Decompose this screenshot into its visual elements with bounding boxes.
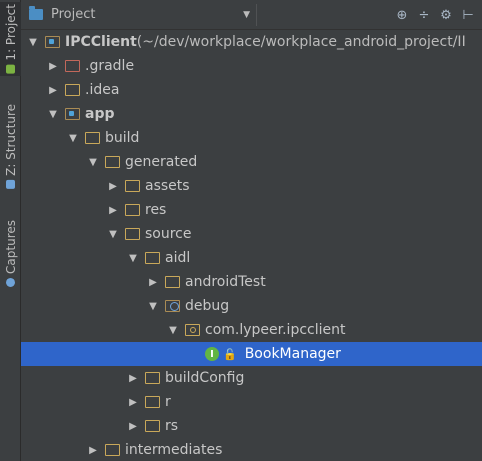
- folder-icon: [105, 156, 120, 168]
- tree-row[interactable]: ▶ buildConfig: [21, 366, 482, 390]
- collapse-all-icon[interactable]: ÷: [416, 8, 432, 23]
- tree-row-label: buildConfig: [165, 370, 245, 386]
- folder-icon: [145, 372, 160, 384]
- header-toolbar: ⊕ ÷ ⚙ ⊢: [394, 0, 482, 30]
- tree-row[interactable]: ▶ res: [21, 198, 482, 222]
- expand-arrow-right-icon[interactable]: ▶: [127, 373, 139, 384]
- interface-icon: I: [205, 347, 219, 361]
- tree-row[interactable]: ▼ aidl: [21, 246, 482, 270]
- tree-row[interactable]: ▼ com.lypeer.ipcclient: [21, 318, 482, 342]
- folder-icon: [105, 444, 120, 456]
- tree-row-label: res: [145, 202, 167, 218]
- android-icon: [6, 64, 15, 74]
- tree-row-label: generated: [125, 154, 198, 170]
- expand-arrow-right-icon[interactable]: ▶: [47, 61, 59, 72]
- expand-arrow-right-icon[interactable]: ▶: [107, 205, 119, 216]
- expand-arrow-down-icon[interactable]: ▼: [67, 133, 79, 144]
- folder-icon: [125, 204, 140, 216]
- tree-row-label: source: [145, 226, 192, 242]
- source-folder-icon: [165, 300, 180, 312]
- tree-row[interactable]: ▼ build: [21, 126, 482, 150]
- folder-icon: [125, 228, 140, 240]
- structure-tool-tab[interactable]: Z: Structure: [0, 100, 21, 192]
- tree-row-label: r: [165, 394, 171, 410]
- excluded-folder-icon: [65, 60, 80, 72]
- folder-icon: [165, 276, 180, 288]
- project-tree: ▼ IPCClient (~/dev/workplace/workplace_an…: [21, 30, 482, 461]
- folder-icon: [145, 420, 160, 432]
- hide-panel-icon[interactable]: ⊢: [460, 8, 476, 23]
- tree-row[interactable]: ▶ rs: [21, 414, 482, 438]
- gear-icon[interactable]: ⚙: [438, 8, 454, 23]
- tree-row[interactable]: ▶ r: [21, 390, 482, 414]
- tree-row-label: IPCClient: [65, 34, 137, 50]
- expand-arrow-right-icon[interactable]: ▶: [147, 277, 159, 288]
- tree-row[interactable]: ▶ .gradle: [21, 54, 482, 78]
- tree-row[interactable]: ▶ intermediates: [21, 438, 482, 461]
- folder-icon: [85, 132, 100, 144]
- expand-arrow-right-icon[interactable]: ▶: [87, 445, 99, 456]
- tree-row[interactable]: ▶ .idea: [21, 78, 482, 102]
- project-tool-tab[interactable]: 1: Project: [0, 2, 21, 76]
- view-selector-label: Project: [51, 7, 96, 22]
- folder-icon: [145, 396, 160, 408]
- module-folder-icon: [65, 108, 80, 120]
- expand-arrow-down-icon[interactable]: ▼: [107, 229, 119, 240]
- tree-row-label: .gradle: [85, 58, 135, 74]
- tree-row-label: androidTest: [185, 274, 266, 290]
- project-tool-tab-label: 1: Project: [3, 4, 18, 61]
- folder-icon: [65, 84, 80, 96]
- tree-row-label: rs: [165, 418, 179, 434]
- tree-row-path: (~/dev/workplace/workplace_android_proje…: [136, 34, 466, 50]
- view-selector-dropdown[interactable]: Project ▼: [25, 3, 257, 26]
- tree-row-label: .idea: [85, 82, 120, 98]
- project-panel-header: Project ▼ ⊕ ÷ ⚙ ⊢: [21, 0, 482, 30]
- expand-arrow-right-icon[interactable]: ▶: [107, 181, 119, 192]
- expand-arrow-down-icon[interactable]: ▼: [147, 301, 159, 312]
- visibility-lock-icon: 🔓: [223, 347, 237, 361]
- tree-row[interactable]: ▶ assets: [21, 174, 482, 198]
- tree-row[interactable]: ▼ generated: [21, 150, 482, 174]
- expand-arrow-down-icon[interactable]: ▼: [87, 157, 99, 168]
- tree-row[interactable]: ▼ debug: [21, 294, 482, 318]
- scroll-from-source-icon[interactable]: ⊕: [394, 8, 410, 23]
- package-icon: [185, 324, 200, 336]
- captures-tool-tab-label: Captures: [3, 219, 18, 274]
- project-folder-icon: [29, 6, 43, 20]
- tree-row-label: assets: [145, 178, 190, 194]
- tool-window-strip: 1: Project Z: Structure Captures: [0, 0, 21, 461]
- tree-row[interactable]: ▼ source: [21, 222, 482, 246]
- tree-row[interactable]: ▶ androidTest: [21, 270, 482, 294]
- structure-tool-tab-label: Z: Structure: [3, 103, 18, 176]
- tree-row-label: com.lypeer.ipcclient: [205, 322, 346, 338]
- folder-icon: [145, 252, 160, 264]
- expand-arrow-right-icon[interactable]: ▶: [47, 85, 59, 96]
- expand-arrow-right-icon[interactable]: ▶: [127, 421, 139, 432]
- tree-row[interactable]: ▶I🔓BookManager: [21, 342, 482, 366]
- tree-row-label: aidl: [165, 250, 191, 266]
- tree-row-label: build: [105, 130, 140, 146]
- captures-tool-tab[interactable]: Captures: [0, 212, 21, 294]
- expand-arrow-down-icon[interactable]: ▼: [47, 109, 59, 120]
- tree-row-label: app: [85, 106, 115, 122]
- expand-arrow-right-icon[interactable]: ▶: [127, 397, 139, 408]
- folder-icon: [125, 180, 140, 192]
- expand-arrow-down-icon[interactable]: ▼: [167, 325, 179, 336]
- tree-row[interactable]: ▼ IPCClient (~/dev/workplace/workplace_an…: [21, 30, 482, 54]
- chevron-down-icon: ▼: [243, 9, 250, 20]
- expand-arrow-down-icon[interactable]: ▼: [127, 253, 139, 264]
- tree-row-label: debug: [185, 298, 230, 314]
- captures-icon: [6, 277, 15, 287]
- tree-row-label: intermediates: [125, 442, 223, 458]
- tree-row[interactable]: ▼ app: [21, 102, 482, 126]
- structure-icon: [6, 179, 15, 189]
- expand-arrow-down-icon[interactable]: ▼: [27, 37, 39, 48]
- tree-row-label: BookManager: [244, 346, 341, 362]
- module-folder-icon: [45, 36, 60, 48]
